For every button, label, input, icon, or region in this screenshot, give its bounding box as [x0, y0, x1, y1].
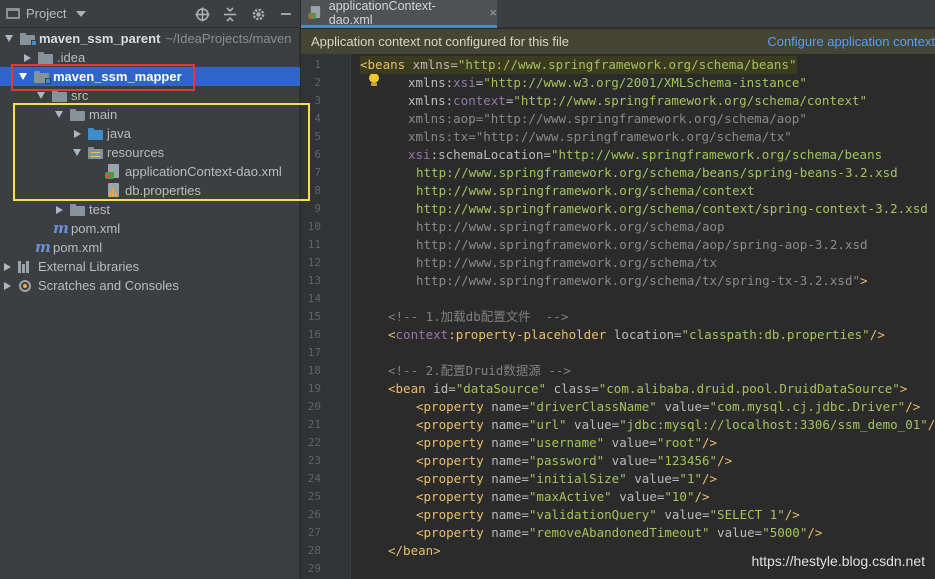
tree-item-path: ~/IdeaProjects/maven: [165, 31, 292, 46]
code-line: <beans xmlns="http://www.springframework…: [360, 56, 797, 74]
code-line: http://www.springframework.org/schema/tx: [416, 255, 718, 270]
editor: applicationContext-dao.xml × Application…: [301, 0, 935, 579]
tree-item-label: Scratches and Consoles: [38, 278, 179, 293]
folder-icon: [52, 89, 67, 102]
line-number: 29: [307, 562, 321, 575]
code-line: http://www.springframework.org/schema/co…: [416, 201, 928, 216]
code-line: <property name="username" value="root"/>: [416, 435, 718, 450]
gear-icon[interactable]: [250, 6, 266, 22]
line-number: 2: [314, 76, 321, 89]
libraries-icon: [18, 260, 32, 273]
code-line: http://www.springframework.org/schema/tx…: [416, 273, 868, 288]
project-view-selector[interactable]: Project: [0, 6, 87, 21]
hide-panel-icon[interactable]: [278, 6, 294, 22]
code-line: xmlns:context="http://www.springframewor…: [408, 93, 868, 108]
collapse-arrow-icon[interactable]: [3, 281, 11, 290]
project-icon: [6, 8, 20, 19]
module-folder-icon: [20, 32, 37, 46]
tree-item-label: .idea: [57, 50, 86, 65]
line-number: 27: [307, 526, 321, 539]
code-line: xsi:schemaLocation="http://www.springfra…: [408, 147, 883, 162]
expand-arrow-icon[interactable]: [5, 35, 13, 42]
locate-target-icon[interactable]: [194, 6, 210, 22]
lightbulb-icon[interactable]: [368, 73, 380, 87]
collapse-arrow-icon[interactable]: [55, 205, 63, 214]
maven-icon: m: [35, 238, 51, 256]
line-number: 16: [307, 328, 321, 341]
line-number: 13: [307, 274, 321, 287]
close-icon[interactable]: ×: [489, 5, 497, 20]
chevron-down-icon[interactable]: [76, 10, 87, 17]
red-highlight-box: [11, 64, 195, 91]
line-number: 25: [307, 490, 321, 503]
code-line: <context:property-placeholder location="…: [388, 327, 885, 342]
scratches-icon: [18, 279, 32, 293]
line-number: 17: [307, 346, 321, 359]
line-number: 21: [307, 418, 321, 431]
code-line: <property name="removeAbandonedTimeout" …: [416, 525, 823, 540]
project-panel-title: Project: [26, 6, 67, 21]
line-number: 28: [307, 544, 321, 557]
code-line: <property name="url" value="jdbc:mysql:/…: [416, 417, 935, 432]
line-number: 20: [307, 400, 321, 413]
tab-applicationcontext-dao-xml[interactable]: applicationContext-dao.xml ×: [301, 0, 497, 28]
code-line: <property name="password" value="123456"…: [416, 453, 733, 468]
code-line: xmlns:aop="http://www.springframework.or…: [408, 111, 807, 126]
code-line: xmlns:xsi="http://www.w3.org/2001/XMLSch…: [408, 75, 807, 90]
watermark-text: https://hestyle.blog.csdn.net: [751, 553, 925, 569]
line-number: 18: [307, 364, 321, 377]
code-line: http://www.springframework.org/schema/co…: [416, 183, 755, 198]
tree-item-label: test: [89, 202, 110, 217]
code-line: http://www.springframework.org/schema/be…: [416, 165, 898, 180]
collapse-all-icon[interactable]: [222, 6, 238, 22]
code-line: <property name="maxActive" value="10"/>: [416, 489, 710, 504]
line-number: 9: [314, 202, 321, 215]
line-number: 19: [307, 382, 321, 395]
tree-item-pom-xml-mapper[interactable]: m pom.xml: [0, 219, 300, 238]
code-comment: <!-- 2.配置Druid数据源 -->: [388, 363, 571, 378]
tree-item-scratches-and-consoles[interactable]: Scratches and Consoles: [0, 276, 300, 295]
line-number: 10: [307, 220, 321, 233]
tab-label: applicationContext-dao.xml: [328, 0, 436, 27]
line-number: 23: [307, 454, 321, 467]
spring-xml-icon: [308, 6, 322, 19]
code-line: <bean id="dataSource" class="com.alibaba…: [388, 381, 908, 396]
code-line: xmlns:tx="http://www.springframework.org…: [408, 129, 792, 144]
expand-arrow-icon[interactable]: [37, 92, 45, 99]
code-line: <property name="driverClassName" value="…: [416, 399, 921, 414]
tree-item-test[interactable]: test: [0, 200, 300, 219]
collapse-arrow-icon[interactable]: [3, 262, 11, 271]
folder-icon: [70, 203, 85, 216]
line-number: 24: [307, 472, 321, 485]
line-number: 12: [307, 256, 321, 269]
tree-item-label: maven_ssm_parent: [39, 31, 161, 46]
configure-application-context-link[interactable]: Configure application context: [767, 34, 935, 49]
tree-item-pom-xml-parent[interactable]: m pom.xml: [0, 238, 300, 257]
code-line: <property name="validationQuery" value="…: [416, 507, 800, 522]
tree-item-label: External Libraries: [38, 259, 140, 274]
code-line: http://www.springframework.org/schema/ao…: [416, 219, 725, 234]
line-number: 14: [307, 292, 321, 305]
line-number: 22: [307, 436, 321, 449]
line-number: 15: [307, 310, 321, 323]
banner-message: Application context not configured for t…: [311, 34, 569, 49]
code-comment: <!-- 1.加载db配置文件 -->: [388, 309, 569, 324]
line-number: 1: [314, 58, 321, 71]
notification-banner: Application context not configured for t…: [301, 29, 935, 54]
code-line: <property name="initialSize" value="1"/>: [416, 471, 718, 486]
editor-tab-bar: applicationContext-dao.xml ×: [301, 0, 935, 28]
line-number: 26: [307, 508, 321, 521]
project-panel-header: Project: [0, 0, 300, 28]
tree-item-label: pom.xml: [71, 221, 121, 236]
tree-item-external-libraries[interactable]: External Libraries: [0, 257, 300, 276]
tree-item-label: pom.xml: [53, 240, 103, 255]
line-number: 11: [307, 238, 321, 251]
yellow-highlight-box: [13, 103, 310, 201]
tree-item-maven-ssm-parent[interactable]: maven_ssm_parent ~/IdeaProjects/maven: [0, 29, 300, 48]
code-line: http://www.springframework.org/schema/ao…: [416, 237, 868, 252]
maven-icon: m: [53, 219, 69, 237]
code-line: </bean>: [388, 543, 441, 558]
collapse-arrow-icon[interactable]: [23, 53, 31, 62]
folder-icon: [38, 51, 53, 64]
